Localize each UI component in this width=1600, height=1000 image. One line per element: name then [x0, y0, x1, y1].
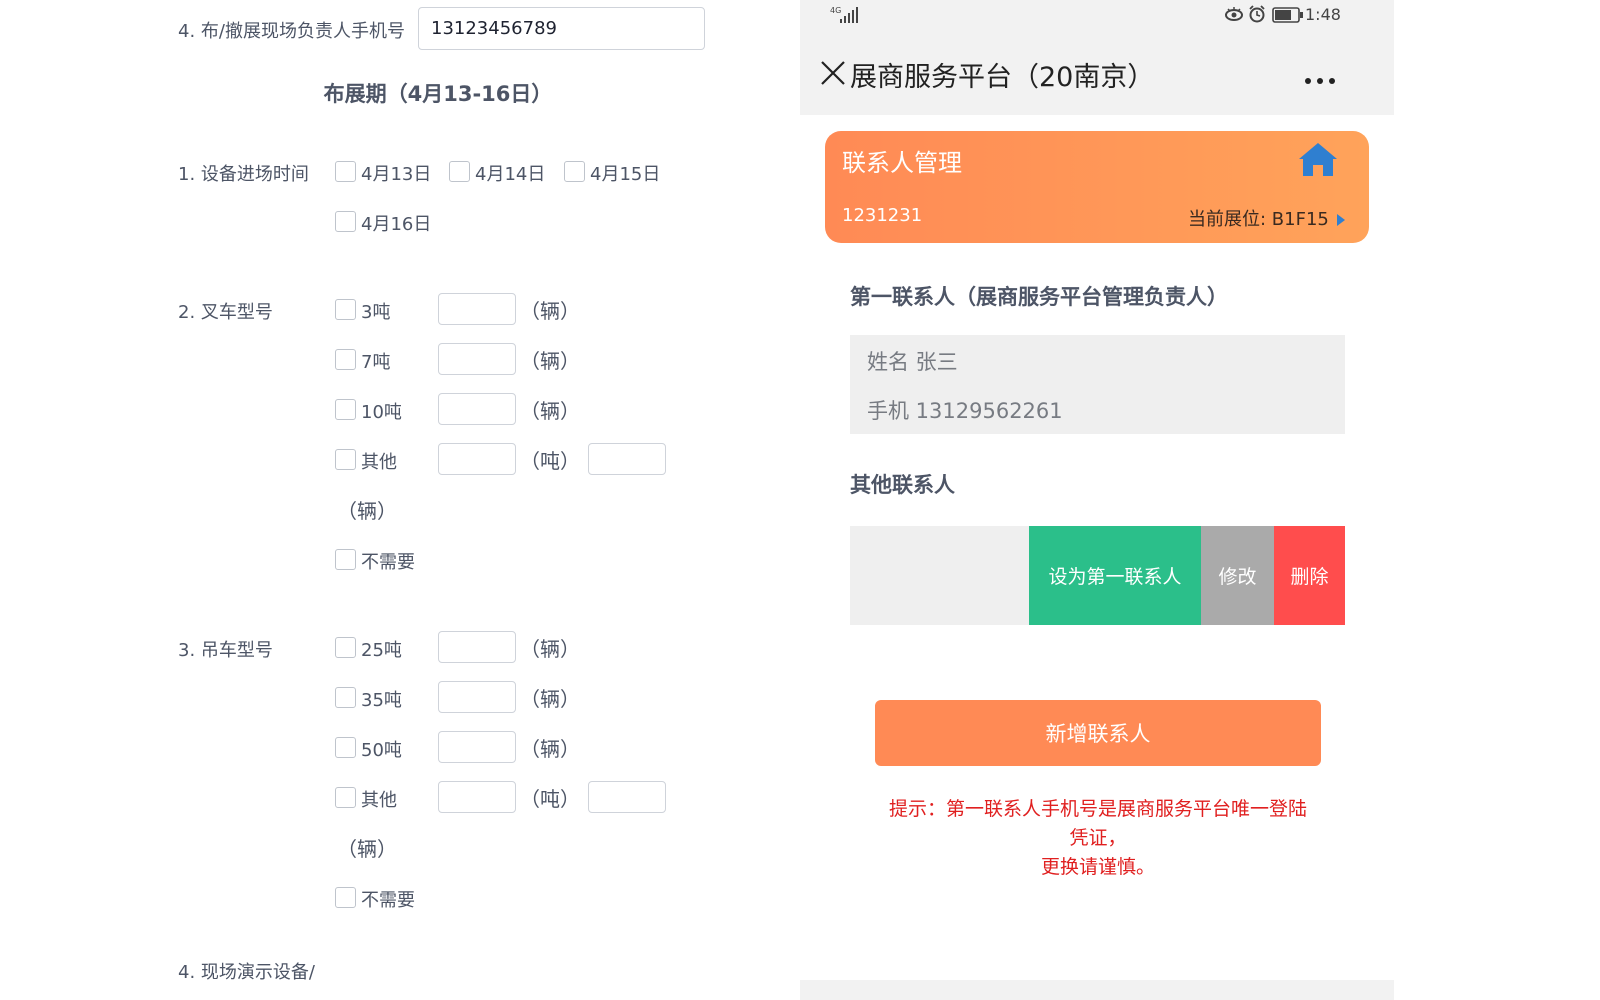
crane-25t-label: 25吨	[361, 640, 402, 661]
contact-phone: 手机 13129562261	[867, 399, 1063, 423]
home-icon[interactable]	[1296, 140, 1340, 182]
other-contact-row[interactable]: 设为第一联系人 修改 删除	[850, 526, 1345, 625]
crane-50t-label: 50吨	[361, 740, 402, 761]
alarm-icon	[1248, 5, 1266, 27]
vehicle-unit: （辆）	[520, 737, 580, 761]
option-apr13-label: 4月13日	[361, 164, 432, 185]
signal-icon: 4G	[830, 4, 860, 28]
clock-time: 1:48	[1305, 5, 1341, 24]
option-apr14-label: 4月14日	[475, 164, 546, 185]
forklift-10t-qty-input[interactable]	[438, 393, 516, 425]
banner-title: 联系人管理	[842, 149, 962, 177]
tip-line: 更换请谨慎。	[1040, 856, 1155, 878]
account-id: 1231231	[842, 205, 923, 226]
vehicle-unit: （辆）	[520, 299, 580, 323]
current-booth[interactable]: 当前展位: B1F15	[1188, 205, 1329, 231]
first-contact-card: 姓名 张三 手机 13129562261	[850, 335, 1345, 434]
vehicle-unit: （辆）	[520, 399, 580, 423]
vehicle-unit-wrapped: （辆）	[337, 499, 397, 523]
checkbox-crane-35t[interactable]	[335, 687, 356, 708]
contact-name: 姓名 张三	[867, 350, 958, 374]
bottom-bar	[800, 980, 1394, 1000]
forklift-none-label: 不需要	[361, 552, 415, 573]
vehicle-unit: （辆）	[520, 637, 580, 661]
first-contact-heading: 第一联系人（展商服务平台管理负责人）	[850, 285, 1228, 309]
forklift-3t-label: 3吨	[361, 302, 391, 323]
network-type-text: 4G	[830, 6, 841, 15]
forklift-other-label: 其他	[361, 452, 397, 473]
crane-other-label: 其他	[361, 790, 397, 811]
setup-period-title: 布展期（4月13-16日）	[323, 82, 553, 106]
vehicle-unit: （辆）	[520, 349, 580, 373]
checkbox-forklift-10t[interactable]	[335, 399, 356, 420]
equipment-form: 4. 布/撤展现场负责人手机号 13123456789 布展期（4月13-16日…	[0, 0, 800, 1000]
forklift-other-qty-input[interactable]	[588, 443, 666, 475]
crane-25t-qty-input[interactable]	[438, 631, 516, 663]
set-primary-contact-button[interactable]: 设为第一联系人	[1029, 526, 1201, 625]
status-bar: 4G 1:48	[800, 0, 1394, 30]
ton-unit: （吨）	[520, 449, 580, 473]
delete-contact-button[interactable]: 删除	[1274, 526, 1345, 625]
forklift-other-tonnage-input[interactable]	[438, 443, 516, 475]
checkbox-forklift-none[interactable]	[335, 549, 356, 570]
phone-screen: 4G 1:48 展商服务平台（20南京） 联系人管理 1231231 当前展位:…	[800, 0, 1394, 1000]
crane-50t-qty-input[interactable]	[438, 731, 516, 763]
checkbox-apr16[interactable]	[335, 211, 356, 232]
onsite-phone-value: 13123456789	[431, 18, 557, 39]
crane-none-label: 不需要	[361, 890, 415, 911]
demo-equipment-label: 4. 现场演示设备/	[178, 962, 315, 983]
option-apr15-label: 4月15日	[590, 164, 661, 185]
checkbox-crane-none[interactable]	[335, 887, 356, 908]
vehicle-unit-wrapped: （辆）	[337, 837, 397, 861]
app-title: 展商服务平台（20南京）	[850, 62, 1155, 93]
tip-line: 提示：第一联系人手机号是展商服务平台唯一登陆	[888, 798, 1307, 820]
checkbox-apr14[interactable]	[449, 161, 470, 182]
caret-right-icon	[1337, 211, 1345, 230]
forklift-7t-qty-input[interactable]	[438, 343, 516, 375]
checkbox-crane-50t[interactable]	[335, 737, 356, 758]
edit-contact-button[interactable]: 修改	[1201, 526, 1274, 625]
more-icon[interactable]	[1304, 70, 1336, 89]
vehicle-unit: （辆）	[520, 687, 580, 711]
onsite-phone-input[interactable]: 13123456789	[418, 7, 705, 50]
app-title-bar: 展商服务平台（20南京）	[800, 30, 1394, 115]
crane-other-tonnage-input[interactable]	[438, 781, 516, 813]
checkbox-forklift-3t[interactable]	[335, 299, 356, 320]
checkbox-forklift-7t[interactable]	[335, 349, 356, 370]
forklift-10t-label: 10吨	[361, 402, 402, 423]
battery-icon	[1272, 7, 1304, 27]
contact-management-header: 联系人管理 1231231 当前展位: B1F15	[825, 131, 1369, 243]
tip-line: 凭证，	[1069, 827, 1127, 849]
login-credential-tip: 提示：第一联系人手机号是展商服务平台唯一登陆 凭证， 更换请谨慎。	[860, 795, 1336, 882]
crane-35t-qty-input[interactable]	[438, 681, 516, 713]
option-apr16-label: 4月16日	[361, 214, 432, 235]
add-contact-button[interactable]: 新增联系人	[875, 700, 1321, 766]
onsite-phone-label: 4. 布/撤展现场负责人手机号	[178, 21, 405, 42]
eye-icon	[1224, 6, 1244, 26]
close-icon[interactable]	[820, 60, 846, 90]
crane-other-qty-input[interactable]	[588, 781, 666, 813]
checkbox-forklift-other[interactable]	[335, 449, 356, 470]
checkbox-apr13[interactable]	[335, 161, 356, 182]
forklift-model-label: 2. 叉车型号	[178, 302, 273, 323]
checkbox-apr15[interactable]	[564, 161, 585, 182]
crane-model-label: 3. 吊车型号	[178, 640, 273, 661]
crane-35t-label: 35吨	[361, 690, 402, 711]
entry-time-label: 1. 设备进场时间	[178, 164, 309, 185]
forklift-3t-qty-input[interactable]	[438, 293, 516, 325]
ton-unit: （吨）	[520, 787, 580, 811]
other-contacts-heading: 其他联系人	[850, 473, 955, 497]
checkbox-crane-25t[interactable]	[335, 637, 356, 658]
checkbox-crane-other[interactable]	[335, 787, 356, 808]
forklift-7t-label: 7吨	[361, 352, 391, 373]
